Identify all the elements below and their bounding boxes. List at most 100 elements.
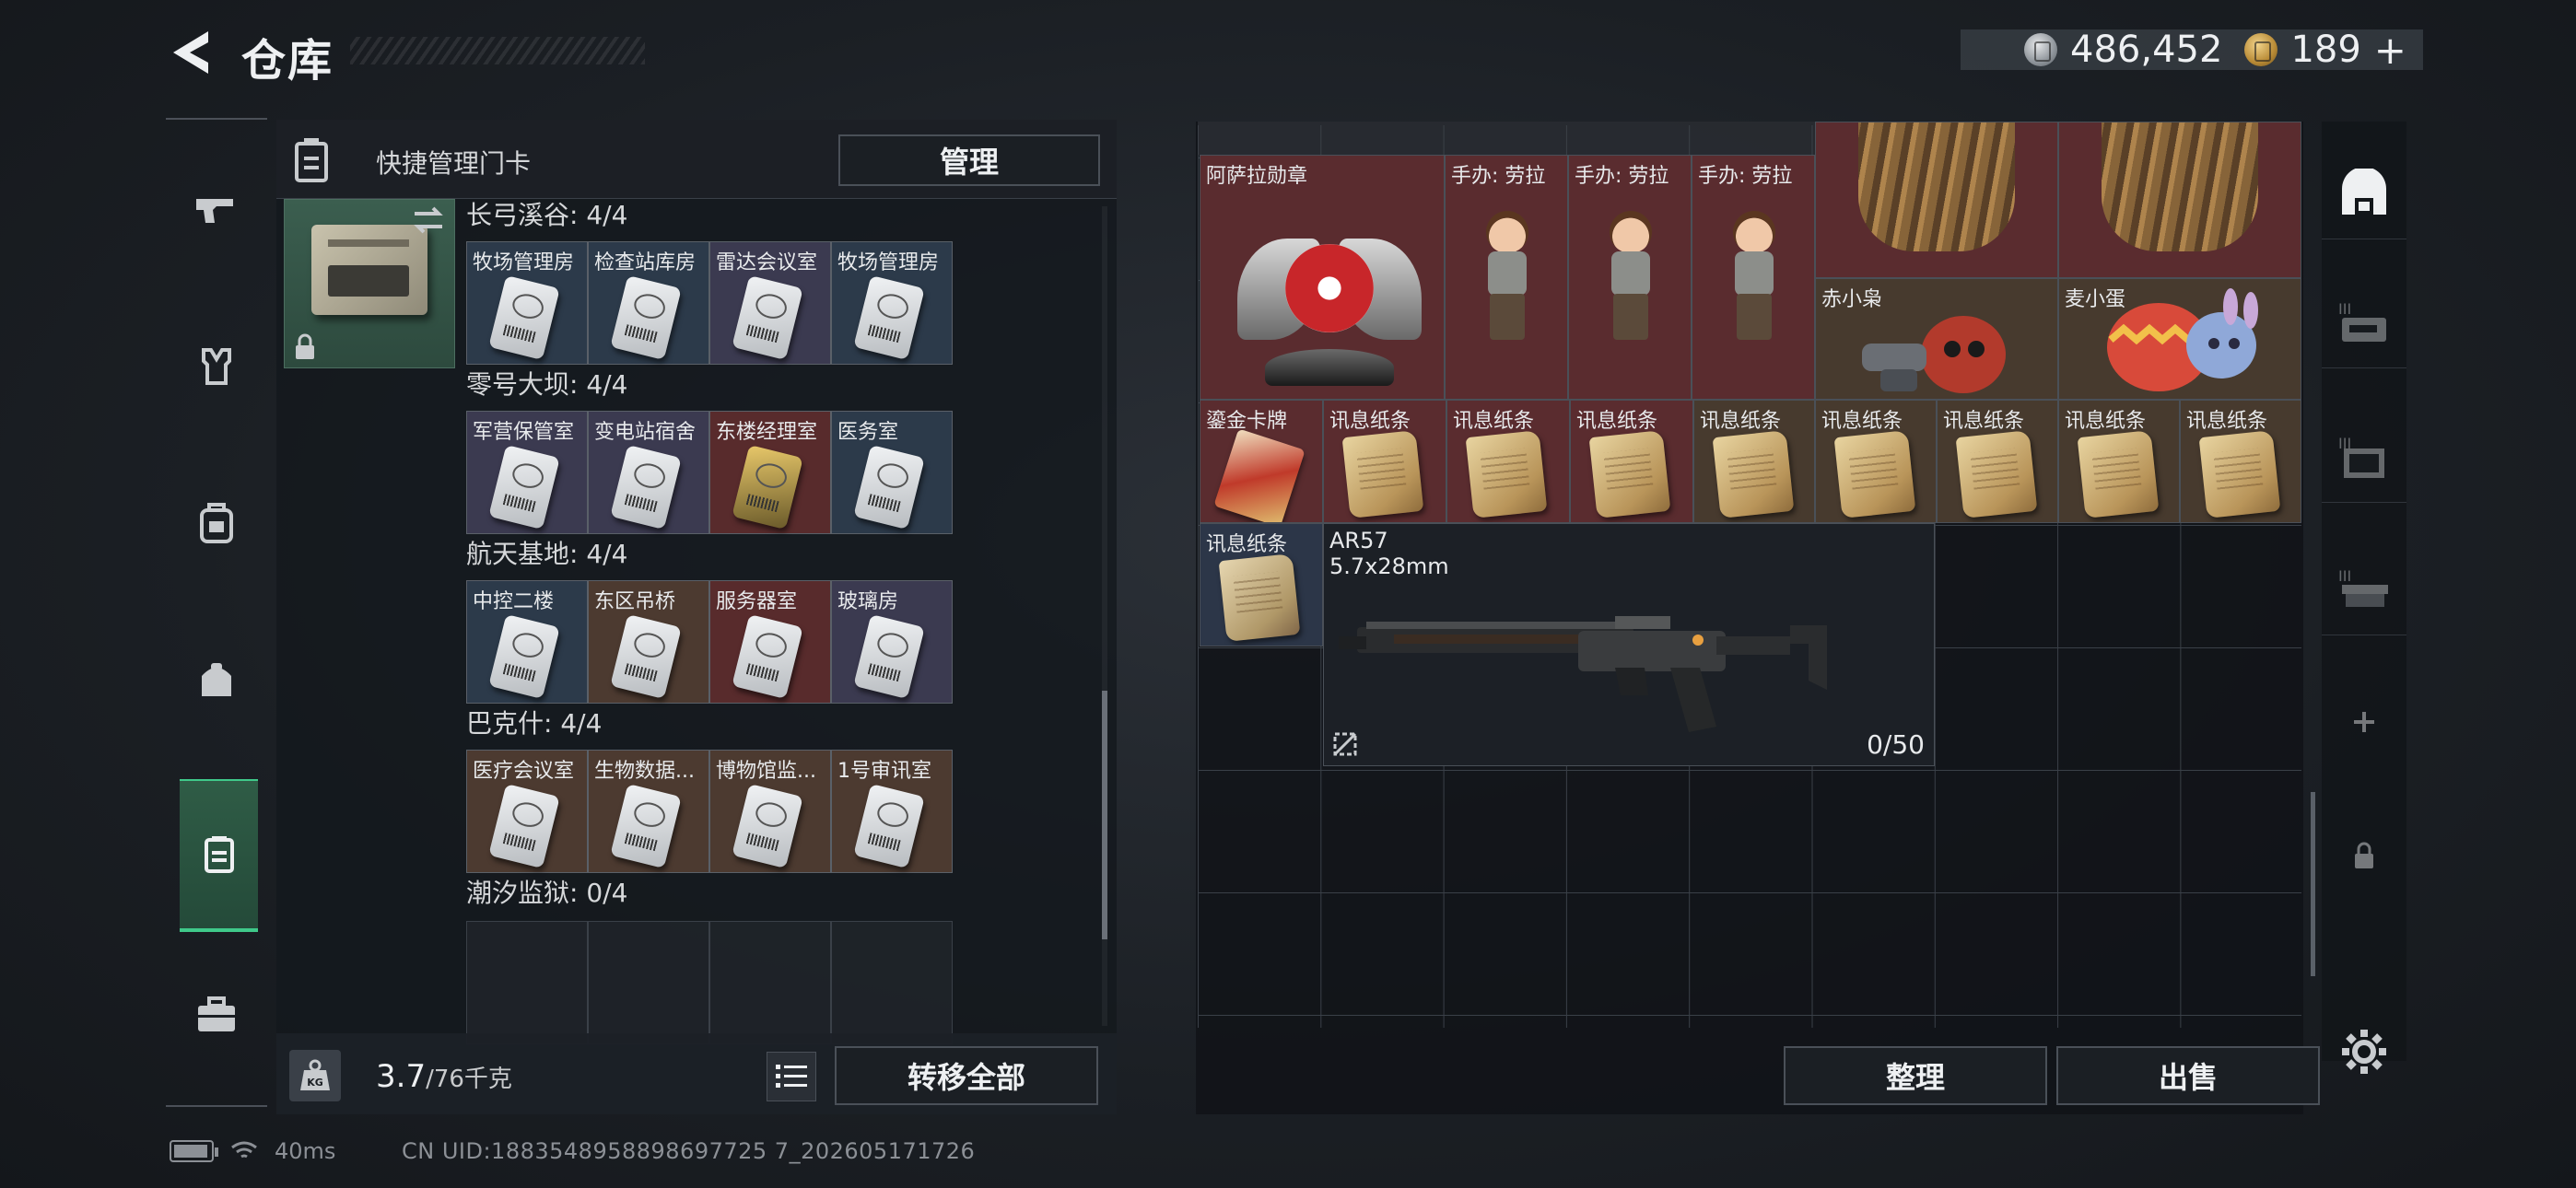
keycard-item[interactable]: 牧场管理房: [831, 241, 953, 365]
manage-button[interactable]: 管理: [838, 134, 1100, 186]
keycard-item[interactable]: 东区吊桥: [588, 580, 709, 704]
note-image: [1712, 430, 1795, 518]
keycard-item[interactable]: 牧场管理房: [466, 241, 588, 365]
add-storage-button[interactable]: [2322, 676, 2406, 768]
empty-slot[interactable]: [831, 921, 953, 1044]
empty-slot[interactable]: [709, 921, 831, 1044]
empty-slot[interactable]: [588, 921, 709, 1044]
storage-tab-main[interactable]: [2322, 147, 2406, 239]
quick-manage-label: 快捷管理门卡: [376, 148, 532, 179]
inventory-item-note[interactable]: 讯息纸条: [1323, 400, 1446, 523]
nav-weapons[interactable]: [180, 173, 253, 247]
transfer-all-button[interactable]: 转移全部: [835, 1046, 1098, 1105]
list-view-button[interactable]: [767, 1052, 816, 1101]
inventory-item-figure[interactable]: 手办: 劳拉: [1692, 155, 1815, 400]
inventory-item-note[interactable]: 讯息纸条: [1693, 400, 1815, 523]
bag-icon: [202, 663, 231, 696]
keycard-item[interactable]: 东楼经理室: [709, 411, 831, 534]
keycard-item[interactable]: 雷达会议室: [709, 241, 831, 365]
inventory-item-plush[interactable]: 赤小枭: [1815, 278, 2058, 400]
nav-armor[interactable]: [180, 330, 253, 403]
storage-tab-crate[interactable]: III: [2322, 411, 2406, 503]
card-row: 牧场管理房 检查站库房 雷达会议室 牧场管理房: [466, 241, 953, 365]
inventory-item-note[interactable]: 讯息纸条: [1815, 400, 1937, 523]
nav-bag[interactable]: [180, 643, 253, 716]
inventory-item-figure[interactable]: 手办: 劳拉: [1568, 155, 1692, 400]
item-label: 讯息纸条: [1206, 533, 1288, 556]
back-button[interactable]: [166, 26, 217, 79]
keycard-item[interactable]: 博物馆监...: [709, 750, 831, 873]
keycard-item[interactable]: 变电站宿舍: [588, 411, 709, 534]
empty-slot[interactable]: [466, 921, 588, 1044]
keycard-item[interactable]: 检查站库房: [588, 241, 709, 365]
keycard-item[interactable]: 医疗会议室: [466, 750, 588, 873]
nav-backpack[interactable]: [180, 486, 253, 560]
keycard-image: [488, 783, 560, 869]
locked-storage-slot[interactable]: [2322, 810, 2406, 903]
region-block: 航天基地: 4/4 中控二楼 东区吊桥 服务器室 玻璃房: [466, 534, 953, 704]
note-image: [2198, 430, 2281, 518]
keycard-label: 雷达会议室: [716, 251, 818, 274]
rifle-ammo-count: 0/50: [1867, 729, 1925, 760]
toolbox-icon: [198, 996, 235, 1031]
item-label: 讯息纸条: [2065, 410, 2147, 433]
inventory-item-ammo-box[interactable]: [2058, 122, 2301, 278]
keycard-case-image: [311, 225, 427, 315]
svg-text:III: III: [2338, 300, 2351, 318]
inventory-item-note[interactable]: 讯息纸条: [2058, 400, 2180, 523]
title-decoration: [350, 37, 645, 64]
inventory-item-ammo-box[interactable]: [1815, 122, 2058, 278]
ammo-image: [1858, 122, 2015, 251]
inventory-item-note[interactable]: 讯息纸条: [1446, 400, 1570, 523]
keycard-item[interactable]: 服务器室: [709, 580, 831, 704]
keycard-label: 医务室: [837, 421, 899, 444]
inventory-item-note[interactable]: 讯息纸条: [2180, 400, 2301, 523]
keycard-label: 牧场管理房: [473, 251, 575, 274]
inventory-item-rifle[interactable]: AR57 5.7x28mm 0/50: [1323, 523, 1935, 766]
keycard-image: [853, 274, 925, 361]
figure-image: [1718, 211, 1788, 349]
keycard-image: [853, 613, 925, 700]
item-label: 手办: 劳拉: [1698, 165, 1793, 188]
keycard-item[interactable]: 中控二楼: [466, 580, 588, 704]
inventory-item-medal[interactable]: 阿萨拉勋章: [1200, 155, 1445, 400]
keycard-label: 东区吊桥: [594, 590, 676, 613]
storage-tab-gun-rack[interactable]: III: [2322, 543, 2406, 635]
weight-readout: 3.7/76千克: [376, 1058, 512, 1095]
item-label: 讯息纸条: [1943, 410, 2025, 433]
keycard-item[interactable]: 玻璃房: [831, 580, 953, 704]
status-bar: 40ms: [170, 1138, 335, 1164]
keycard-item[interactable]: 军营保管室: [466, 411, 588, 534]
inventory-item-note[interactable]: 讯息纸条: [1200, 523, 1323, 646]
inventory-item-note[interactable]: 讯息纸条: [1570, 400, 1693, 523]
nav-toolbox[interactable]: [180, 978, 253, 1052]
weight-value: 3.7: [376, 1058, 427, 1095]
keycard-label: 检查站库房: [594, 251, 697, 274]
storage-main-icon: [2342, 168, 2386, 215]
keycard-item[interactable]: 医务室: [831, 411, 953, 534]
inventory-item-plush[interactable]: 麦小蛋: [2058, 278, 2301, 400]
keycard-image: [732, 613, 803, 700]
keycard-item[interactable]: 生物数据...: [588, 750, 709, 873]
keycard-item[interactable]: 1号审讯室: [831, 750, 953, 873]
key-scrollbar-thumb[interactable]: [1102, 691, 1107, 939]
nav-keycard-case[interactable]: [180, 779, 258, 932]
note-image: [1341, 430, 1424, 518]
keycard-label: 变电站宿舍: [594, 421, 697, 444]
keycard-label: 服务器室: [716, 590, 798, 613]
storage-tab-rifle-case[interactable]: III: [2322, 276, 2406, 368]
inventory-scrollbar[interactable]: [2311, 792, 2315, 976]
settings-gear-icon[interactable]: [2336, 1024, 2392, 1079]
inventory-item-note[interactable]: 讯息纸条: [1937, 400, 2058, 523]
inventory-item-gilded-card[interactable]: 鎏金卡牌: [1200, 400, 1323, 523]
inventory-item-figure[interactable]: 手办: 劳拉: [1445, 155, 1568, 400]
swap-icon[interactable]: [409, 204, 448, 236]
keycard-image: [732, 274, 803, 361]
sort-button[interactable]: 整理: [1784, 1046, 2047, 1105]
sell-button[interactable]: 出售: [2056, 1046, 2320, 1105]
armor-icon: [202, 348, 231, 385]
add-currency-button[interactable]: +: [2374, 28, 2406, 73]
note-image: [1218, 553, 1301, 642]
keycard-image: [610, 783, 682, 869]
item-label: 讯息纸条: [1821, 410, 1903, 433]
